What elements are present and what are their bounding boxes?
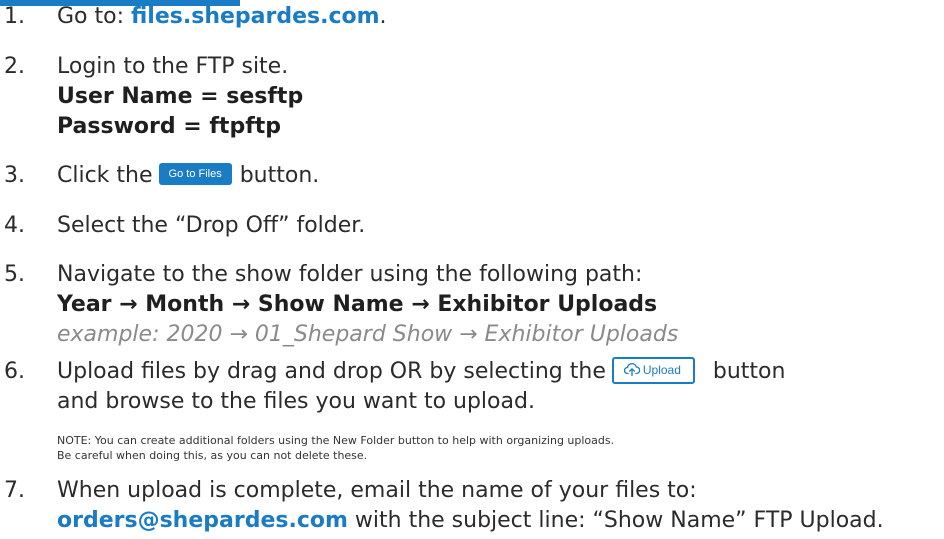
note-line-1: NOTE: You can create additional folders …	[57, 434, 615, 447]
website-link[interactable]: files.shepardes.com	[131, 4, 380, 29]
step-text: Select the “Drop Off” folder.	[57, 213, 366, 238]
email-link[interactable]: orders@shepardes.com	[57, 508, 348, 533]
step-number: 1.	[4, 4, 25, 29]
step-text: Login to the FTP site.	[57, 54, 289, 79]
step-text: Upload files by drag and drop OR by sele…	[57, 359, 606, 384]
step-content: Select the “Drop Off” folder.	[57, 211, 941, 241]
step-text-end: button.	[239, 163, 320, 188]
step-number: 4.	[4, 213, 25, 238]
step-text-line2: and browse to the files you want to uplo…	[57, 389, 535, 414]
step-1-line: Go to: files.shepardes.com.	[57, 2, 941, 32]
path-example: example: 2020 → 01_Shepard Show → Exhibi…	[57, 322, 679, 347]
password-line: Password = ftpftp	[57, 114, 282, 139]
step-text-end: .	[379, 4, 387, 29]
step-6-line: Upload files by drag and drop OR by sele…	[57, 356, 941, 387]
username-line: User Name = sesftp	[57, 84, 304, 109]
step-text-end: with the subject line: “Show Name” FTP U…	[347, 508, 884, 533]
step-number: 7.	[4, 478, 25, 503]
step-text: Navigate to the show folder using the fo…	[57, 262, 643, 287]
step-number: 6.	[4, 359, 25, 384]
step-text: When upload is complete, email the name …	[57, 478, 697, 503]
step-number: 2.	[4, 54, 25, 79]
upload-button[interactable]: Upload	[611, 356, 695, 384]
step-text: Go to:	[57, 4, 131, 29]
folder-path: Year → Month → Show Name → Exhibitor Upl…	[57, 292, 658, 317]
step-content: Login to the FTP site. User Name = sesft…	[57, 52, 941, 142]
step-content: Click the Go to Files button.	[57, 161, 941, 191]
note-line-2: Be careful when doing this, as you can n…	[57, 449, 368, 462]
step-text-end: button	[712, 359, 786, 384]
step-content: When upload is complete, email the name …	[57, 476, 941, 536]
step-number: 5.	[4, 262, 25, 287]
step-content: Go to: files.shepardes.com.	[57, 2, 941, 32]
step-content: Upload files by drag and drop OR by sele…	[57, 356, 941, 463]
cloud-upload-icon	[623, 363, 640, 377]
step-number: 3.	[4, 163, 25, 188]
step-content: Navigate to the show folder using the fo…	[57, 260, 941, 350]
step-7-line2: orders@shepardes.com with the subject li…	[57, 506, 941, 536]
upload-button-label: Upload	[642, 362, 681, 377]
step-3-line: Click the Go to Files button.	[57, 161, 941, 191]
go-to-files-button[interactable]: Go to Files	[158, 163, 232, 185]
step-text: Click the	[57, 163, 153, 188]
